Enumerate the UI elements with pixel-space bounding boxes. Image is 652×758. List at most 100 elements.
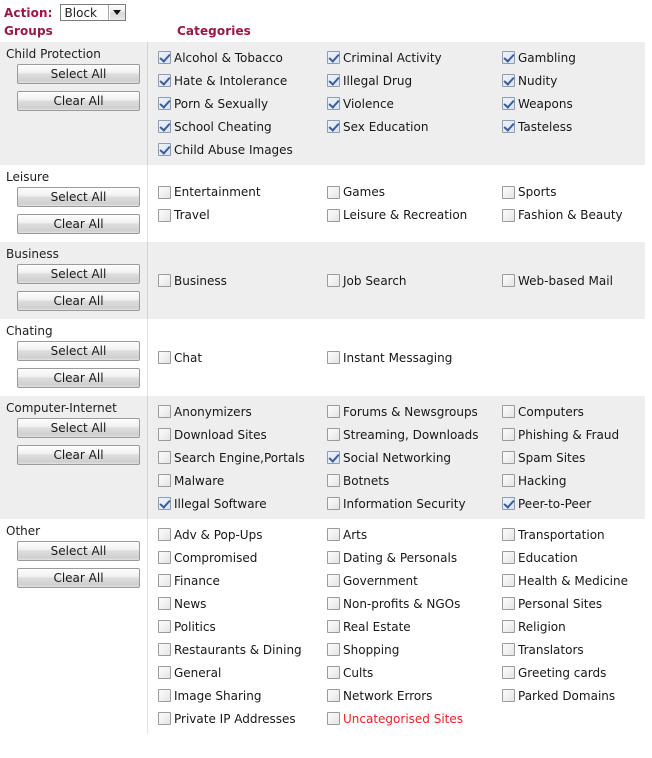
checkbox-checked-icon[interactable] bbox=[502, 97, 515, 110]
checkbox-unchecked-icon[interactable] bbox=[502, 597, 515, 610]
category-item[interactable]: Hate & Intolerance bbox=[148, 74, 325, 88]
category-item[interactable]: Criminal Activity bbox=[325, 51, 500, 65]
chevron-down-icon[interactable] bbox=[107, 5, 125, 20]
category-item[interactable]: Job Search bbox=[325, 274, 500, 288]
category-item[interactable]: Sex Education bbox=[325, 120, 500, 134]
category-item[interactable]: Dating & Personals bbox=[325, 551, 500, 565]
category-item[interactable]: Tasteless bbox=[500, 120, 640, 134]
checkbox-unchecked-icon[interactable] bbox=[158, 451, 171, 464]
category-item[interactable]: Arts bbox=[325, 528, 500, 542]
category-item[interactable]: Entertainment bbox=[148, 185, 325, 199]
select-all-button[interactable]: Select All bbox=[17, 264, 140, 284]
checkbox-unchecked-icon[interactable] bbox=[502, 274, 515, 287]
category-item[interactable]: Parked Domains bbox=[500, 689, 640, 703]
checkbox-checked-icon[interactable] bbox=[502, 74, 515, 87]
checkbox-unchecked-icon[interactable] bbox=[502, 643, 515, 656]
category-item[interactable]: Finance bbox=[148, 574, 325, 588]
category-item[interactable]: Fashion & Beauty bbox=[500, 208, 640, 222]
checkbox-unchecked-icon[interactable] bbox=[327, 274, 340, 287]
category-item[interactable]: Search Engine,Portals bbox=[148, 451, 325, 465]
checkbox-unchecked-icon[interactable] bbox=[502, 574, 515, 587]
category-item[interactable]: Malware bbox=[148, 474, 325, 488]
category-item[interactable]: Business bbox=[148, 274, 325, 288]
clear-all-button[interactable]: Clear All bbox=[17, 214, 140, 234]
category-item[interactable]: Compromised bbox=[148, 551, 325, 565]
checkbox-unchecked-icon[interactable] bbox=[502, 451, 515, 464]
checkbox-unchecked-icon[interactable] bbox=[327, 185, 340, 199]
category-item[interactable]: Hacking bbox=[500, 474, 640, 488]
category-item[interactable]: Alcohol & Tobacco bbox=[148, 51, 325, 65]
checkbox-checked-icon[interactable] bbox=[502, 497, 515, 510]
checkbox-unchecked-icon[interactable] bbox=[502, 405, 515, 418]
checkbox-unchecked-icon[interactable] bbox=[158, 712, 171, 725]
category-item[interactable]: Politics bbox=[148, 620, 325, 634]
checkbox-unchecked-icon[interactable] bbox=[158, 643, 171, 656]
checkbox-unchecked-icon[interactable] bbox=[502, 428, 515, 441]
category-item[interactable]: Social Networking bbox=[325, 451, 500, 465]
category-item[interactable]: Uncategorised Sites bbox=[325, 712, 500, 726]
select-all-button[interactable]: Select All bbox=[17, 541, 140, 561]
checkbox-unchecked-icon[interactable] bbox=[158, 551, 171, 564]
checkbox-unchecked-icon[interactable] bbox=[158, 405, 171, 418]
checkbox-checked-icon[interactable] bbox=[327, 51, 340, 64]
category-item[interactable]: Weapons bbox=[500, 97, 640, 111]
category-item[interactable]: Download Sites bbox=[148, 428, 325, 442]
checkbox-unchecked-icon[interactable] bbox=[327, 428, 340, 441]
category-item[interactable]: Non-profits & NGOs bbox=[325, 597, 500, 611]
checkbox-unchecked-icon[interactable] bbox=[502, 551, 515, 564]
category-item[interactable]: Illegal Drug bbox=[325, 74, 500, 88]
category-item[interactable]: Cults bbox=[325, 666, 500, 680]
category-item[interactable]: Health & Medicine bbox=[500, 574, 640, 588]
action-select[interactable]: Block bbox=[59, 4, 126, 21]
category-item[interactable]: School Cheating bbox=[148, 120, 325, 134]
category-item[interactable]: Adv & Pop-Ups bbox=[148, 528, 325, 542]
checkbox-unchecked-icon[interactable] bbox=[502, 474, 515, 487]
category-item[interactable]: Instant Messaging bbox=[325, 351, 500, 365]
category-item[interactable]: Spam Sites bbox=[500, 451, 640, 465]
category-item[interactable]: Personal Sites bbox=[500, 597, 640, 611]
category-item[interactable]: Peer-to-Peer bbox=[500, 497, 640, 511]
checkbox-unchecked-icon[interactable] bbox=[158, 185, 171, 199]
checkbox-unchecked-icon[interactable] bbox=[502, 666, 515, 679]
category-item[interactable]: Network Errors bbox=[325, 689, 500, 703]
checkbox-checked-icon[interactable] bbox=[158, 120, 171, 133]
checkbox-unchecked-icon[interactable] bbox=[327, 666, 340, 679]
checkbox-unchecked-icon[interactable] bbox=[158, 428, 171, 441]
checkbox-checked-icon[interactable] bbox=[158, 143, 171, 156]
category-item[interactable]: Phishing & Fraud bbox=[500, 428, 640, 442]
checkbox-unchecked-icon[interactable] bbox=[502, 208, 515, 222]
category-item[interactable]: Nudity bbox=[500, 74, 640, 88]
clear-all-button[interactable]: Clear All bbox=[17, 445, 140, 465]
checkbox-checked-icon[interactable] bbox=[327, 120, 340, 133]
checkbox-unchecked-icon[interactable] bbox=[327, 551, 340, 564]
checkbox-unchecked-icon[interactable] bbox=[327, 574, 340, 587]
category-item[interactable]: Government bbox=[325, 574, 500, 588]
checkbox-unchecked-icon[interactable] bbox=[158, 274, 171, 287]
checkbox-unchecked-icon[interactable] bbox=[327, 712, 340, 725]
clear-all-button[interactable]: Clear All bbox=[17, 291, 140, 311]
category-item[interactable]: Religion bbox=[500, 620, 640, 634]
checkbox-unchecked-icon[interactable] bbox=[327, 497, 340, 510]
select-all-button[interactable]: Select All bbox=[17, 341, 140, 361]
checkbox-unchecked-icon[interactable] bbox=[327, 208, 340, 222]
checkbox-checked-icon[interactable] bbox=[327, 97, 340, 110]
checkbox-checked-icon[interactable] bbox=[327, 451, 340, 464]
category-item[interactable]: Streaming, Downloads bbox=[325, 428, 500, 442]
category-item[interactable]: Illegal Software bbox=[148, 497, 325, 511]
clear-all-button[interactable]: Clear All bbox=[17, 368, 140, 388]
category-item[interactable]: Sports bbox=[500, 185, 640, 199]
select-all-button[interactable]: Select All bbox=[17, 64, 140, 84]
category-item[interactable]: Translators bbox=[500, 643, 640, 657]
category-item[interactable]: Private IP Addresses bbox=[148, 712, 325, 726]
checkbox-checked-icon[interactable] bbox=[502, 51, 515, 64]
category-item[interactable]: Games bbox=[325, 185, 500, 199]
category-item[interactable]: Porn & Sexually bbox=[148, 97, 325, 111]
checkbox-unchecked-icon[interactable] bbox=[158, 666, 171, 679]
checkbox-unchecked-icon[interactable] bbox=[502, 528, 515, 541]
checkbox-unchecked-icon[interactable] bbox=[502, 689, 515, 702]
checkbox-unchecked-icon[interactable] bbox=[158, 474, 171, 487]
checkbox-checked-icon[interactable] bbox=[158, 51, 171, 64]
checkbox-checked-icon[interactable] bbox=[327, 74, 340, 87]
checkbox-unchecked-icon[interactable] bbox=[158, 208, 171, 222]
category-item[interactable]: Violence bbox=[325, 97, 500, 111]
